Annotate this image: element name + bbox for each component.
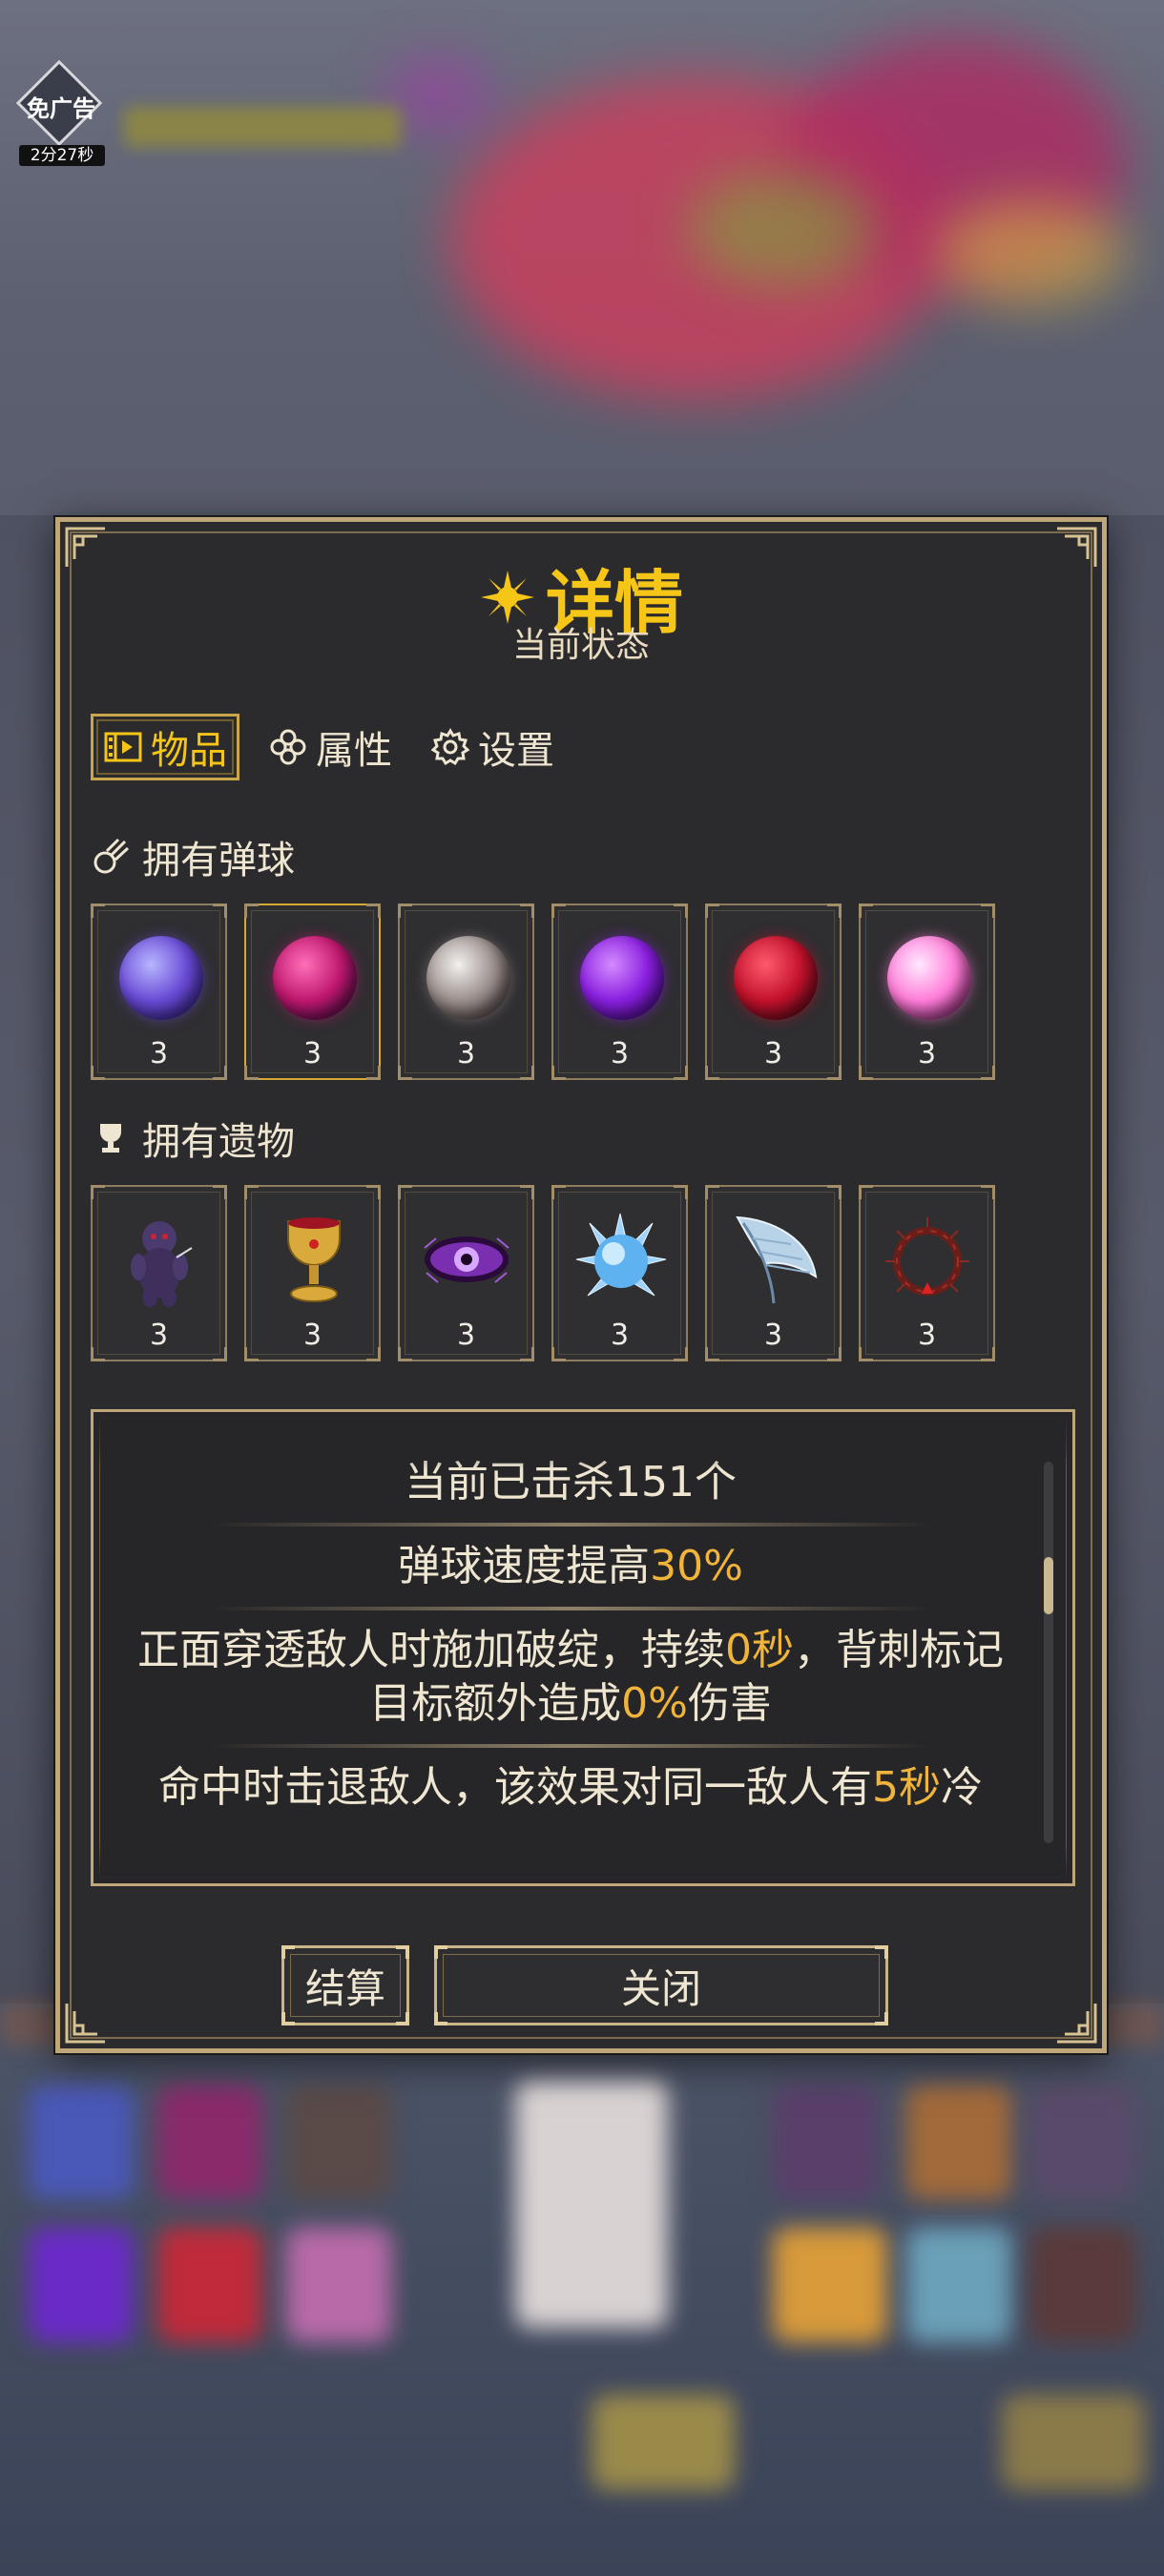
item-count: 3 (302, 1037, 322, 1070)
scrollbar-thumb[interactable] (1044, 1557, 1053, 1614)
ball-slot[interactable]: 3 (705, 904, 842, 1080)
meteor-icon (94, 838, 130, 874)
description-scrollbar[interactable] (1044, 1462, 1053, 1843)
close-button[interactable]: 关闭 (434, 1945, 888, 2025)
relic-slot[interactable]: 3 (244, 1185, 381, 1361)
balls-section-title: 拥有弹球 (142, 839, 295, 883)
item-count: 3 (917, 1037, 937, 1070)
film-icon (104, 732, 142, 762)
tab-attributes[interactable]: 属性 (259, 714, 402, 780)
settle-button[interactable]: 结算 (281, 1945, 409, 2025)
divider (208, 1607, 933, 1610)
blue-purple-orb-icon (110, 928, 210, 1028)
relics-section-title: 拥有遗物 (142, 1120, 295, 1164)
trophy-icon (100, 1124, 121, 1153)
ball-slot[interactable]: 3 (551, 904, 688, 1080)
tab-settings-label: 设置 (478, 729, 554, 773)
relic-slot[interactable]: 3 (859, 1185, 995, 1361)
balls-section-header: 拥有弹球 (91, 829, 295, 884)
item-count: 3 (610, 1037, 630, 1070)
divider (208, 1523, 933, 1527)
item-count: 3 (763, 1319, 783, 1352)
details-panel: 详情 当前状态 物品 属性 设置 拥有弹球 3 3 3 3 3 3 拥有遗物 3… (55, 517, 1107, 2053)
golden-chalice-icon (263, 1210, 364, 1310)
tab-attributes-label: 属性 (316, 729, 392, 773)
feather-wing-icon (724, 1210, 824, 1310)
item-count: 3 (763, 1037, 783, 1070)
violet-orb-icon (571, 928, 671, 1028)
tab-items[interactable]: 物品 (91, 714, 239, 780)
item-count: 3 (302, 1319, 322, 1352)
tab-items-label: 物品 (151, 729, 227, 773)
settle-button-label: 结算 (304, 1964, 385, 2012)
crimson-orb-icon (724, 928, 824, 1028)
remove-ads-label: 免广告 (27, 95, 95, 122)
purple-eye-icon (417, 1210, 517, 1310)
corner-ornament (64, 2001, 108, 2045)
close-button-label: 关闭 (620, 1964, 701, 2012)
voodoo-doll-icon (110, 1210, 210, 1310)
knockback-line: 命中时击退敌人，该效果对同一敌人有5秒冷 (158, 1763, 983, 1812)
description-content: 当前已击杀151个 弹球速度提高30% 正面穿透敌人时施加破绽，持续0秒，背刺标… (122, 1412, 1019, 1883)
corner-ornament (1054, 2001, 1098, 2045)
ad-timer: 2分27秒 (19, 145, 105, 166)
silver-orb-icon (417, 928, 517, 1028)
item-count: 3 (456, 1319, 476, 1352)
panel-subtitle: 当前状态 (511, 626, 650, 665)
ball-slot[interactable]: 3 (91, 904, 227, 1080)
ice-orb-icon (571, 1210, 671, 1310)
ball-slot[interactable]: 3 (398, 904, 534, 1080)
relic-slot[interactable]: 3 (705, 1185, 842, 1361)
relics-grid: 3 3 3 3 3 3 (91, 1185, 995, 1361)
tab-bar: 物品 属性 设置 (91, 711, 564, 783)
item-count: 3 (610, 1319, 630, 1352)
speed-line: 弹球速度提高30% (398, 1542, 743, 1590)
item-count: 3 (149, 1319, 169, 1352)
tab-settings[interactable]: 设置 (421, 714, 564, 780)
relics-section-header: 拥有遗物 (91, 1111, 295, 1166)
top-status-bar (124, 107, 401, 147)
pierce-line: 正面穿透敌人时施加破绽，持续0秒，背刺标记目标额外造成0%伤害 (137, 1626, 1004, 1728)
clover-icon (270, 729, 306, 765)
balls-grid: 3 3 3 3 3 3 (91, 904, 995, 1080)
thorn-crown-icon (878, 1210, 978, 1310)
plasma-orb-icon (878, 928, 978, 1028)
ball-slot[interactable]: 3 (859, 904, 995, 1080)
item-count: 3 (917, 1319, 937, 1352)
relic-slot[interactable]: 3 (551, 1185, 688, 1361)
gear-icon (430, 728, 470, 766)
magenta-orb-icon (263, 928, 364, 1028)
ball-slot[interactable]: 3 (244, 904, 381, 1080)
remove-ads-button[interactable]: 免广告 2分27秒 (15, 59, 107, 168)
item-count: 3 (456, 1037, 476, 1070)
relic-slot[interactable]: 3 (91, 1185, 227, 1361)
divider (208, 1744, 933, 1748)
description-box[interactable]: 当前已击杀151个 弹球速度提高30% 正面穿透敌人时施加破绽，持续0秒，背刺标… (91, 1409, 1075, 1886)
item-count: 3 (149, 1037, 169, 1070)
relic-slot[interactable]: 3 (398, 1185, 534, 1361)
